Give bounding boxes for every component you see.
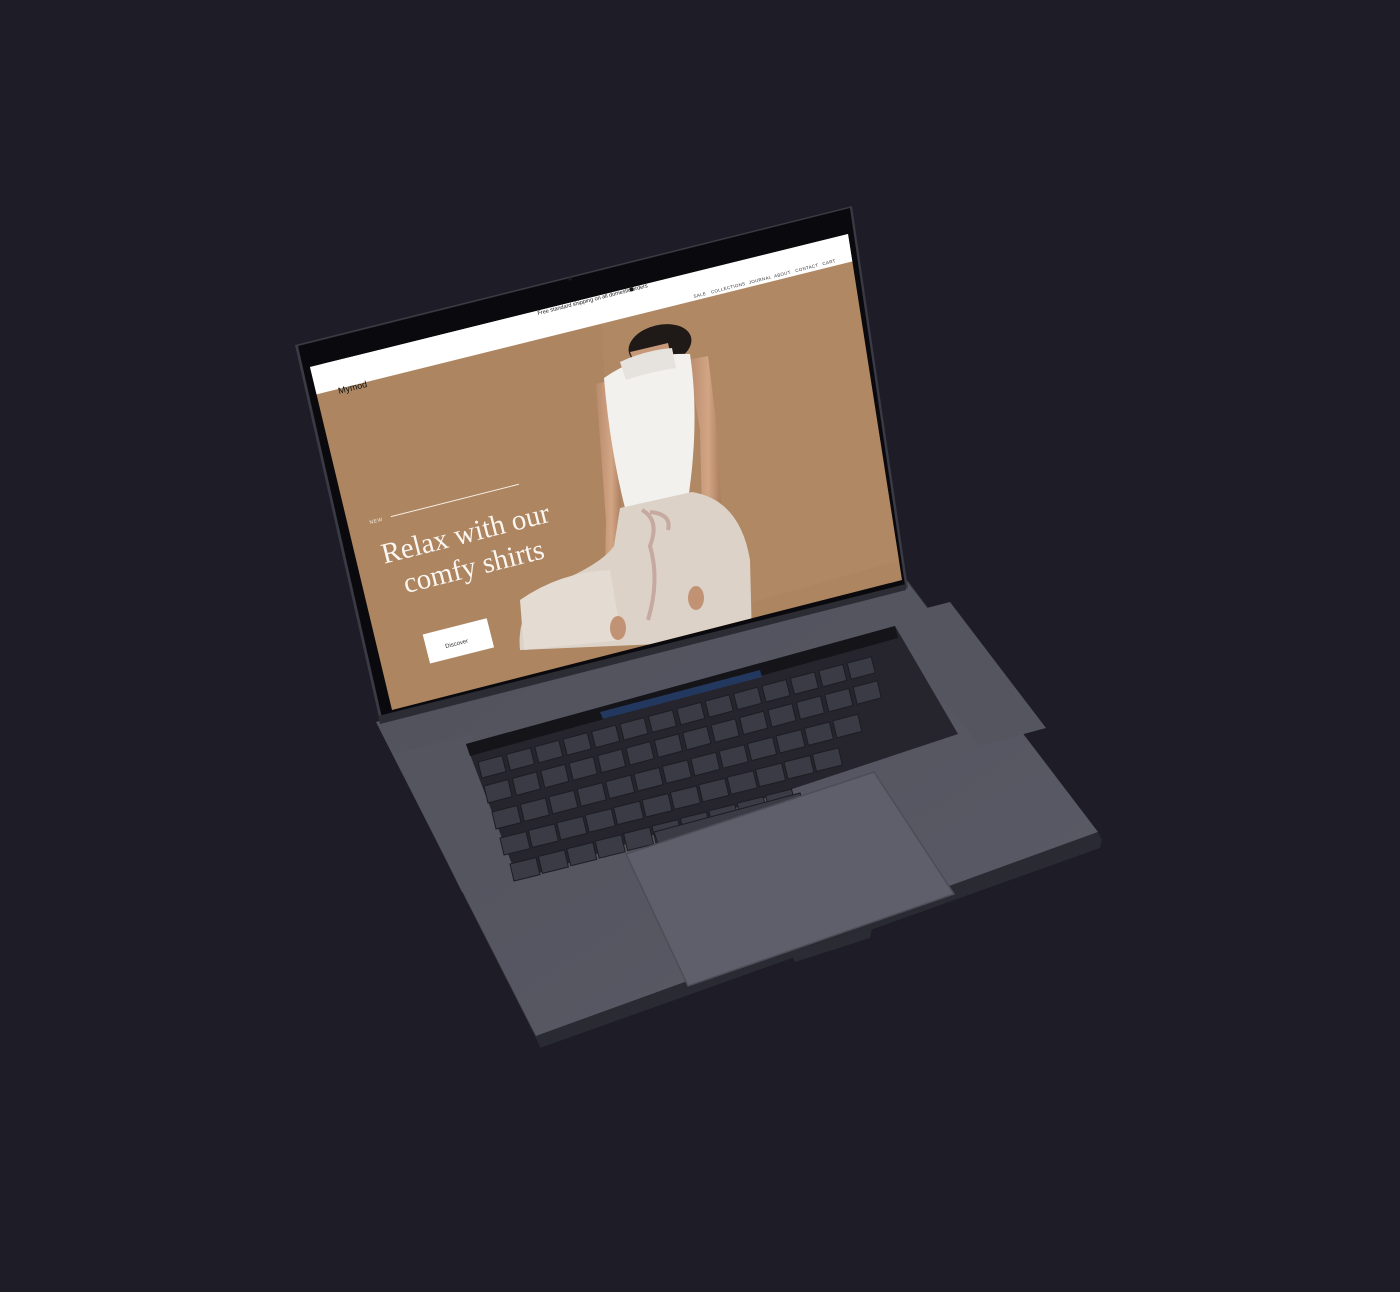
camera <box>568 277 572 281</box>
mockup-stage: Free standard shipping on all domestic o… <box>0 0 1400 1292</box>
laptop-mockup: Free standard shipping on all domestic o… <box>295 206 1102 1048</box>
